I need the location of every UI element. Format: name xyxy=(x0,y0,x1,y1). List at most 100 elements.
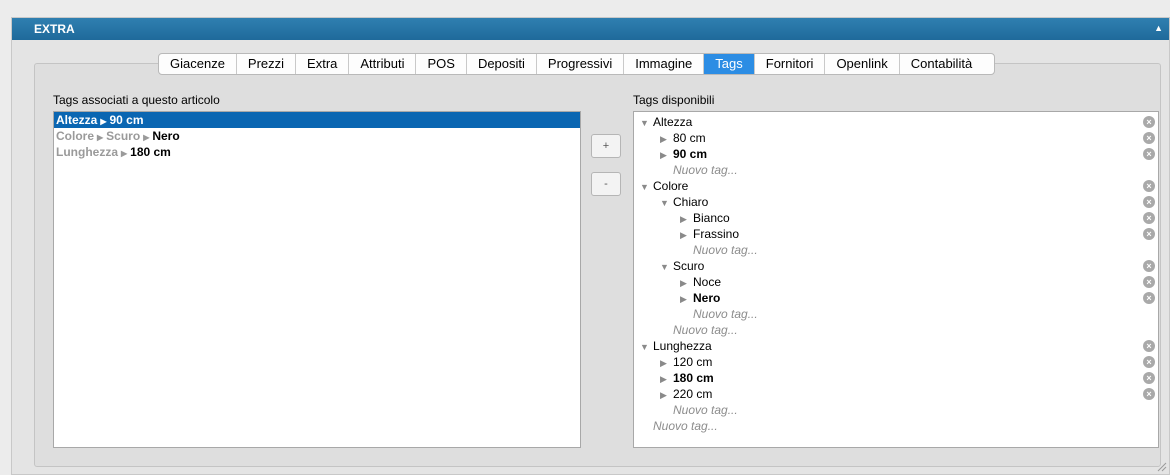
remove-circle-icon[interactable]: × xyxy=(1143,116,1155,128)
tree-node[interactable]: ▼ Chiaro × xyxy=(634,194,1158,210)
associated-tag-row[interactable]: Lunghezza ▶ 180 cm xyxy=(54,144,580,160)
remove-circle-icon[interactable]: × xyxy=(1143,148,1155,160)
remove-circle-icon[interactable]: × xyxy=(1143,340,1155,352)
tree-node[interactable]: ▶ 80 cm × xyxy=(634,130,1158,146)
collapse-icon[interactable]: ▲ xyxy=(1154,23,1163,33)
remove-circle-icon[interactable]: × xyxy=(1143,180,1155,192)
disclosure-open-icon[interactable]: ▼ xyxy=(640,179,653,195)
associated-tags-label: Tags associati a questo articolo xyxy=(53,93,220,107)
new-tag-field[interactable]: Nuovo tag... xyxy=(673,163,738,177)
tree-node[interactable]: ▶ Noce × xyxy=(634,274,1158,290)
tree-node-label: Altezza xyxy=(653,115,693,129)
remove-circle-icon[interactable]: × xyxy=(1143,260,1155,272)
tab-tags[interactable]: Tags xyxy=(704,54,755,74)
path-separator-icon: ▶ xyxy=(100,117,107,126)
tree-node[interactable]: ▼ Altezza × xyxy=(634,114,1158,130)
tree-node[interactable]: ▼ Lunghezza × xyxy=(634,338,1158,354)
tab-extra[interactable]: Extra xyxy=(296,54,350,74)
tab-prezzi[interactable]: Prezzi xyxy=(237,54,297,74)
available-tags-tree[interactable]: ▼ Altezza × ▶ 80 cm × ▶ 90 cm × Nuovo tag... ▼ Colo… xyxy=(633,111,1159,448)
disclosure-closed-icon[interactable]: ▶ xyxy=(660,371,673,387)
tab-fornitori[interactable]: Fornitori xyxy=(755,54,826,74)
extra-panel: EXTRA ▲ Giacenze Prezzi Extra Attributi POS D… xyxy=(11,17,1170,475)
tab-immagine[interactable]: Immagine xyxy=(624,54,705,74)
tree-node-label: Lunghezza xyxy=(653,339,712,353)
new-tag-field[interactable]: Nuovo tag... xyxy=(693,307,758,321)
tab-depositi[interactable]: Depositi xyxy=(467,54,537,74)
tag-path-segment: Colore xyxy=(56,129,95,143)
tree-node-label: Nero xyxy=(693,291,721,305)
tab-openlink[interactable]: Openlink xyxy=(825,54,900,74)
tree-node[interactable]: Nuovo tag... xyxy=(634,242,1158,258)
tree-node[interactable]: Nuovo tag... xyxy=(634,306,1158,322)
tree-node-label: 220 cm xyxy=(673,387,713,401)
tree-node[interactable]: ▶ Bianco × xyxy=(634,210,1158,226)
new-tag-field[interactable]: Nuovo tag... xyxy=(653,419,718,433)
disclosure-closed-icon[interactable]: ▶ xyxy=(660,387,673,403)
disclosure-closed-icon[interactable]: ▶ xyxy=(660,355,673,371)
tree-node-label: Scuro xyxy=(673,259,705,273)
tag-path-segment: Lunghezza xyxy=(56,145,118,159)
tab-progressivi[interactable]: Progressivi xyxy=(537,54,625,74)
disclosure-open-icon[interactable]: ▼ xyxy=(660,259,673,275)
panel-header[interactable]: EXTRA ▲ xyxy=(12,18,1169,40)
disclosure-open-icon[interactable]: ▼ xyxy=(660,195,673,211)
disclosure-closed-icon[interactable]: ▶ xyxy=(680,275,693,291)
tree-node[interactable]: Nuovo tag... xyxy=(634,322,1158,338)
new-tag-field[interactable]: Nuovo tag... xyxy=(693,243,758,257)
new-tag-field[interactable]: Nuovo tag... xyxy=(673,403,738,417)
associated-tag-row[interactable]: Colore ▶ Scuro ▶ Nero xyxy=(54,128,580,144)
remove-tag-button[interactable]: - xyxy=(591,172,621,196)
tree-node-label: Chiaro xyxy=(673,195,709,209)
remove-circle-icon[interactable]: × xyxy=(1143,196,1155,208)
remove-circle-icon[interactable]: × xyxy=(1143,212,1155,224)
tag-value: 180 cm xyxy=(130,145,171,159)
disclosure-open-icon[interactable]: ▼ xyxy=(640,339,653,355)
tree-node[interactable]: ▶ Nero × xyxy=(634,290,1158,306)
tree-node[interactable]: ▶ 120 cm × xyxy=(634,354,1158,370)
associated-tag-row[interactable]: Altezza ▶ 90 cm xyxy=(54,112,580,128)
tab-contabilit[interactable]: Contabilità xyxy=(900,54,994,74)
tree-node-label: 120 cm xyxy=(673,355,713,369)
tree-node[interactable]: Nuovo tag... xyxy=(634,418,1158,434)
tab-giacenze[interactable]: Giacenze xyxy=(159,54,237,74)
remove-circle-icon[interactable]: × xyxy=(1143,132,1155,144)
tab-bar: Giacenze Prezzi Extra Attributi POS Depositi P… xyxy=(158,53,996,75)
available-tags-label: Tags disponibili xyxy=(633,93,715,107)
add-tag-button[interactable]: + xyxy=(591,134,621,158)
tree-node[interactable]: Nuovo tag... xyxy=(634,162,1158,178)
associated-tags-list[interactable]: Altezza ▶ 90 cm Colore ▶ Scuro ▶ Nero Lunghezza ▶… xyxy=(53,111,581,448)
tree-node[interactable]: ▼ Colore × xyxy=(634,178,1158,194)
disclosure-closed-icon[interactable]: ▶ xyxy=(680,291,693,307)
tree-node[interactable]: Nuovo tag... xyxy=(634,402,1158,418)
tree-node-label: 80 cm xyxy=(673,131,706,145)
disclosure-closed-icon[interactable]: ▶ xyxy=(660,131,673,147)
remove-circle-icon[interactable]: × xyxy=(1143,388,1155,400)
tab-attributi[interactable]: Attributi xyxy=(349,54,417,74)
tree-node-label: Frassino xyxy=(693,227,740,241)
disclosure-closed-icon[interactable]: ▶ xyxy=(680,227,693,243)
tree-node[interactable]: ▶ Frassino × xyxy=(634,226,1158,242)
path-separator-icon: ▶ xyxy=(97,133,104,142)
tree-node[interactable]: ▼ Scuro × xyxy=(634,258,1158,274)
remove-circle-icon[interactable]: × xyxy=(1143,276,1155,288)
remove-circle-icon[interactable]: × xyxy=(1143,228,1155,240)
disclosure-open-icon[interactable]: ▼ xyxy=(640,115,653,131)
disclosure-closed-icon[interactable]: ▶ xyxy=(660,147,673,163)
panel-title: EXTRA xyxy=(34,22,75,36)
tree-node[interactable]: ▶ 180 cm × xyxy=(634,370,1158,386)
disclosure-closed-icon[interactable]: ▶ xyxy=(680,211,693,227)
path-separator-icon: ▶ xyxy=(143,133,150,142)
new-tag-field[interactable]: Nuovo tag... xyxy=(673,323,738,337)
tree-node[interactable]: ▶ 90 cm × xyxy=(634,146,1158,162)
remove-circle-icon[interactable]: × xyxy=(1143,292,1155,304)
tag-path-segment: Scuro xyxy=(106,129,141,143)
tab-pos[interactable]: POS xyxy=(416,54,467,74)
tree-node-label: 90 cm xyxy=(673,147,708,161)
remove-circle-icon[interactable]: × xyxy=(1143,372,1155,384)
remove-circle-icon[interactable]: × xyxy=(1143,356,1155,368)
tag-value: 90 cm xyxy=(109,113,144,127)
resize-grip-icon[interactable] xyxy=(1157,462,1167,472)
tag-path-segment: Altezza xyxy=(56,113,98,127)
tree-node[interactable]: ▶ 220 cm × xyxy=(634,386,1158,402)
